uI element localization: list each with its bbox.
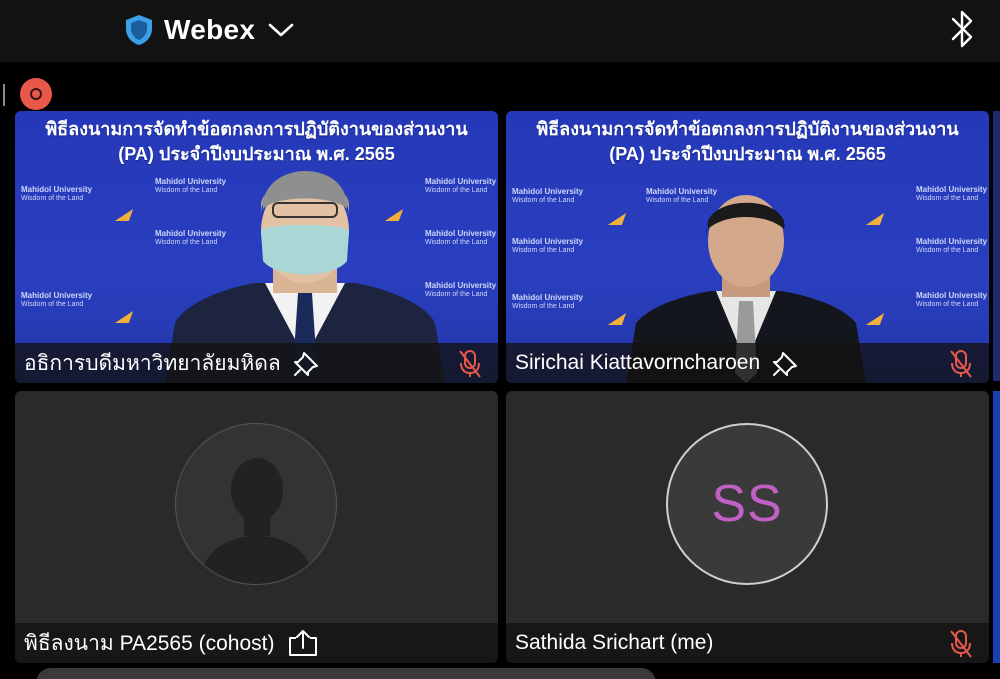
divider [3,84,5,106]
participant-tile-3[interactable]: พิธีลงนาม PA2565 (cohost) [15,391,498,663]
recording-indicator[interactable] [20,78,52,110]
tile-edge [993,111,1000,381]
next-tiles-edge [993,111,1000,671]
university-logo: Mahidol University Wisdom of the Land [916,185,988,202]
participant-name: Sirichai Kiattavorncharoen [515,351,761,374]
participant-tile-4[interactable]: SS Sathida Srichart (me) [506,391,989,663]
backdrop-banner: พิธีลงนามการจัดทำข้อตกลงการปฏิบัติงานของ… [506,117,989,167]
participant-name: อธิการบดีมหาวิทยาลัยมหิดล [24,351,281,375]
university-logo: Mahidol University Wisdom of the Land [512,293,584,310]
university-logo: Mahidol University Wisdom of the Land [512,237,584,254]
mic-off-icon[interactable] [456,349,484,379]
university-logo: Mahidol University Wisdom of the Land [21,291,93,308]
pin-icon[interactable] [293,349,321,377]
mic-off-icon[interactable] [947,629,975,659]
university-logo: Mahidol University Wisdom of the Land [512,187,584,204]
participant-name: พิธีลงนาม PA2565 (cohost) [24,631,275,655]
wing-mark [114,311,134,323]
participant-tile-1[interactable]: พิธีลงนามการจัดทำข้อตกลงการปฏิบัติงานของ… [15,111,498,383]
controls-bar[interactable] [36,668,656,679]
record-icon [30,88,42,100]
bluetooth-icon [951,10,973,48]
default-avatar-icon [175,423,337,585]
app-title: Webex [164,14,256,45]
university-logo: Mahidol University Wisdom of the Land [916,291,988,308]
tile-edge [993,391,1000,663]
app-title-menu[interactable]: Webex [124,10,295,50]
participant-tile-2[interactable]: พิธีลงนามการจัดทำข้อตกลงการปฏิบัติงานของ… [506,111,989,383]
name-bar: พิธีลงนาม PA2565 (cohost) [15,623,498,663]
university-logo: Mahidol University Wisdom of the Land [21,185,93,202]
name-bar: อธิการบดีมหาวิทยาลัยมหิดล [15,343,498,383]
top-bar: Webex [0,0,1000,62]
university-logo: Mahidol University Wisdom of the Land [916,237,988,254]
banner-line-1: พิธีลงนามการจัดทำข้อตกลงการปฏิบัติงานของ… [45,119,468,139]
shield-icon [126,15,152,45]
mic-off-icon[interactable] [947,349,975,379]
pin-icon[interactable] [772,349,800,377]
name-bar: Sathida Srichart (me) [506,623,989,663]
share-screen-icon[interactable] [286,628,320,658]
wing-mark [114,209,134,221]
banner-line-1: พิธีลงนามการจัดทำข้อตกลงการปฏิบัติงานของ… [536,119,959,139]
initials-avatar: SS [666,423,828,585]
participant-name: Sathida Srichart (me) [515,631,714,654]
name-bar: Sirichai Kiattavorncharoen [506,343,989,383]
banner-line-2: (PA) ประจำปีงบประมาณ พ.ศ. 2565 [609,144,886,164]
chevron-down-icon [268,23,294,37]
recording-row [0,62,1000,110]
